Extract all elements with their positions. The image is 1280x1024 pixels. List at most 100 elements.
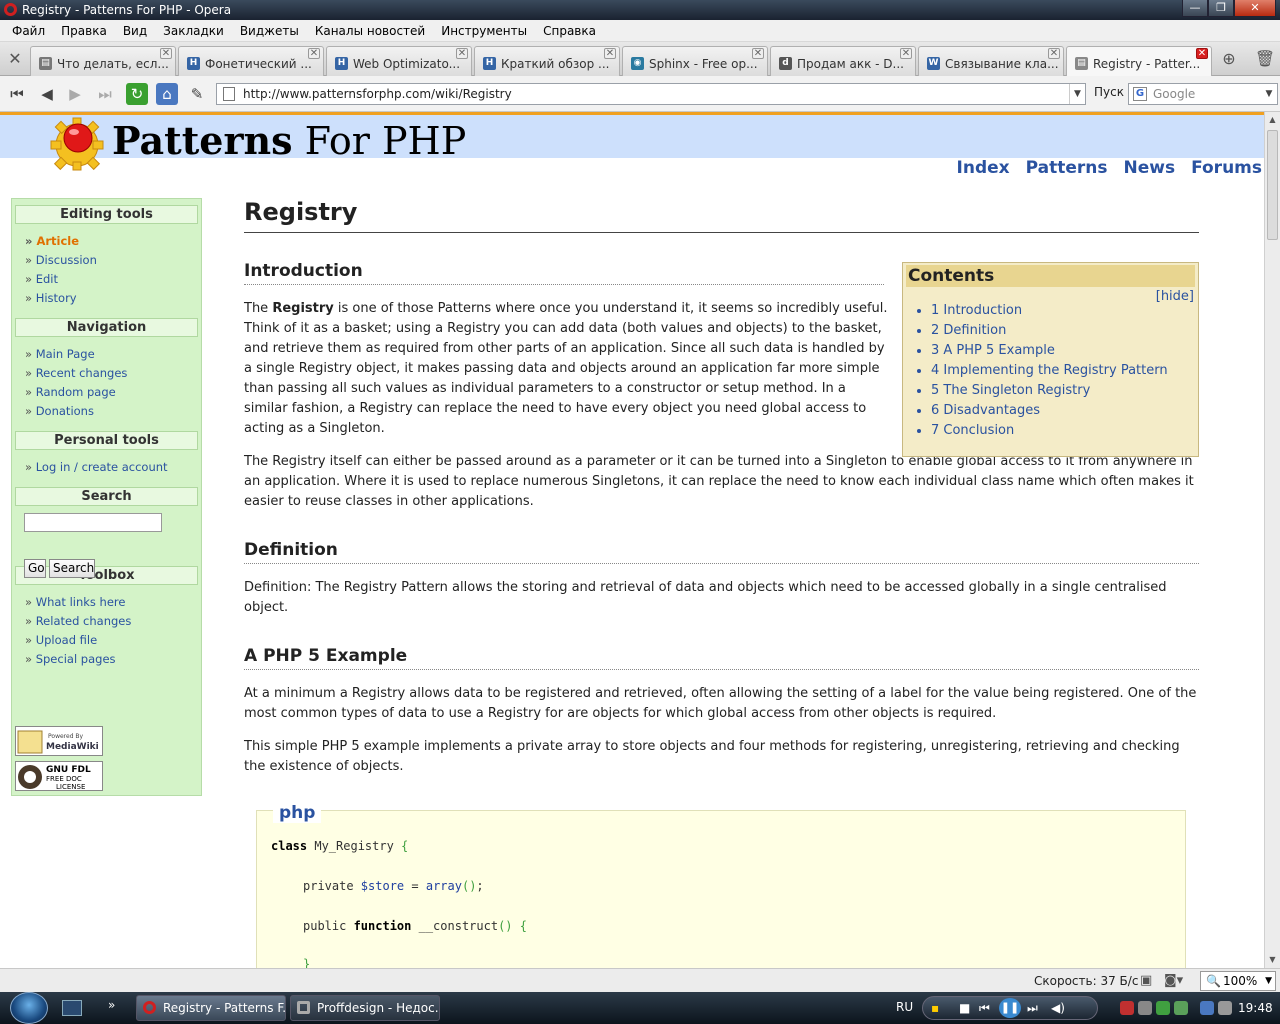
minimize-button[interactable]: — xyxy=(1182,0,1208,17)
taskbar-opera-window[interactable]: Registry - Patterns F... xyxy=(136,995,286,1021)
sidebar-item-history[interactable]: History xyxy=(25,289,201,308)
opera-tray-icon[interactable] xyxy=(1120,1001,1134,1015)
camera-icon[interactable]: ◙▾ xyxy=(1164,973,1183,988)
volume-icon[interactable]: ◀) xyxy=(1051,1001,1065,1015)
tab-7[interactable]: W Связывание кла... ✕ xyxy=(918,46,1064,76)
sidebar-item-discussion[interactable]: Discussion xyxy=(25,251,201,270)
sidebar-item-edit[interactable]: Edit xyxy=(25,270,201,289)
stop-icon[interactable]: ■ xyxy=(959,1001,970,1015)
tab-close-icon[interactable]: ✕ xyxy=(308,48,320,59)
close-window-button[interactable]: ✕ xyxy=(1234,0,1276,17)
trash-icon[interactable]: 🗑 xyxy=(1254,48,1276,70)
sidebar-go-button[interactable]: Go xyxy=(24,559,46,578)
chevron-down-icon[interactable]: ▼ xyxy=(1069,84,1085,104)
sidebar-item-random-page[interactable]: Random page xyxy=(25,383,201,402)
menu-bookmarks[interactable]: Закладки xyxy=(155,20,232,41)
tray-icon[interactable] xyxy=(1138,1001,1152,1015)
sidebar-item-main-page[interactable]: Main Page xyxy=(25,345,201,364)
site-logo-gear-icon[interactable] xyxy=(48,114,106,172)
network-user-icon[interactable] xyxy=(1156,1001,1170,1015)
go-button[interactable]: Пуск xyxy=(1094,85,1124,99)
toc-hide-link[interactable]: [hide] xyxy=(1156,289,1194,304)
maximize-button[interactable]: ❐ xyxy=(1208,0,1234,17)
sidebar-item-related-changes[interactable]: Related changes xyxy=(25,612,201,631)
tab-3[interactable]: H Web Optimizato... ✕ xyxy=(326,46,472,76)
search-engine-input[interactable]: G Google ▼ xyxy=(1128,83,1278,105)
menu-edit[interactable]: Правка xyxy=(53,20,115,41)
toc-item-singleton[interactable]: 5 The Singleton Registry xyxy=(931,381,1198,401)
scroll-down-icon[interactable]: ▼ xyxy=(1265,952,1280,968)
sidebar-item-login[interactable]: Log in / create account xyxy=(25,458,201,477)
reload-icon[interactable]: ↻ xyxy=(126,83,148,105)
sidebar-item-special-pages[interactable]: Special pages xyxy=(25,650,201,669)
toc-item-conclusion[interactable]: 7 Conclusion xyxy=(931,421,1198,441)
tab-close-icon[interactable]: ✕ xyxy=(160,48,172,59)
show-desktop-icon[interactable] xyxy=(62,1000,82,1016)
rewind-icon[interactable]: ⏮ xyxy=(6,83,28,105)
network-icon[interactable] xyxy=(1200,1001,1214,1015)
tab-5[interactable]: ◉ Sphinx - Free op... ✕ xyxy=(622,46,768,76)
sidebar-item-article[interactable]: Article xyxy=(25,232,201,251)
chevron-down-icon[interactable]: ▼ xyxy=(1261,84,1277,104)
volume-tray-icon[interactable] xyxy=(1218,1001,1232,1015)
tab-6[interactable]: d Продам акк - D... ✕ xyxy=(770,46,916,76)
menu-view[interactable]: Вид xyxy=(115,20,155,41)
tab-close-icon[interactable]: ✕ xyxy=(900,48,912,59)
edit-pen-icon[interactable]: ✎ xyxy=(186,83,208,105)
tab-2[interactable]: H Фонетический ... ✕ xyxy=(178,46,324,76)
toc-item-disadvantages[interactable]: 6 Disadvantages xyxy=(931,401,1198,421)
sidebar-item-what-links-here[interactable]: What links here xyxy=(25,593,201,612)
home-icon[interactable]: ⌂ xyxy=(156,83,178,105)
tab-4[interactable]: H Краткий обзор ... ✕ xyxy=(474,46,620,76)
menu-tools[interactable]: Инструменты xyxy=(433,20,535,41)
back-icon[interactable]: ◀ xyxy=(36,83,58,105)
toc-item-introduction[interactable]: 1 Introduction xyxy=(931,301,1198,321)
previous-icon[interactable]: ⏮ xyxy=(979,1001,990,1016)
forward-icon[interactable]: ▶ xyxy=(64,83,86,105)
gnu-fdl-badge[interactable]: GNU FDL FREE DOC LICENSE xyxy=(15,761,103,791)
menu-feeds[interactable]: Каналы новостей xyxy=(307,20,433,41)
start-button[interactable] xyxy=(10,992,48,1024)
mediawiki-badge[interactable]: Powered By MediaWiki xyxy=(15,726,103,756)
sidebar-item-upload-file[interactable]: Upload file xyxy=(25,631,201,650)
pause-icon[interactable]: ❚❚ xyxy=(999,998,1021,1018)
toc-item-implementing[interactable]: 4 Implementing the Registry Pattern xyxy=(931,361,1198,381)
nav-news-link[interactable]: News xyxy=(1123,158,1175,178)
scroll-up-icon[interactable]: ▲ xyxy=(1265,112,1280,128)
media-folder-icon[interactable]: ▪ xyxy=(931,1001,939,1015)
taskbar-proffdesign-window[interactable]: Proffdesign - Недос... xyxy=(290,995,440,1021)
quicklaunch-expand-icon[interactable]: » xyxy=(108,998,115,1012)
tab-close-icon[interactable]: ✕ xyxy=(604,48,616,59)
scrollbar-thumb[interactable] xyxy=(1267,130,1278,240)
zoom-control[interactable]: 🔍 100% ▼ xyxy=(1200,971,1276,991)
sidebar-item-donations[interactable]: Donations xyxy=(25,402,201,421)
next-icon[interactable]: ⏭ xyxy=(1027,1001,1038,1016)
site-title[interactable]: Patterns For PHP xyxy=(112,118,466,163)
tray-icon[interactable] xyxy=(1174,1001,1188,1015)
menu-help[interactable]: Справка xyxy=(535,20,604,41)
sidebar-search-input[interactable] xyxy=(24,513,162,532)
tab-close-icon[interactable]: ✕ xyxy=(752,48,764,59)
nav-patterns-link[interactable]: Patterns xyxy=(1026,158,1108,178)
new-tab-icon[interactable]: ⊕ xyxy=(1218,48,1240,70)
w-icon: W xyxy=(927,57,940,70)
image-icon[interactable]: ▣ xyxy=(1140,973,1152,988)
sidebar-item-recent-changes[interactable]: Recent changes xyxy=(25,364,201,383)
tools-icon[interactable]: ✕ xyxy=(4,48,26,70)
fast-forward-icon[interactable]: ⏭ xyxy=(94,83,116,105)
tab-close-icon[interactable]: ✕ xyxy=(1048,48,1060,59)
tab-close-icon[interactable]: ✕ xyxy=(456,48,468,59)
tab-1[interactable]: ▤ Что делать, есл... ✕ xyxy=(30,46,176,76)
sidebar-search-button[interactable]: Search xyxy=(49,559,95,578)
toc-item-definition[interactable]: 2 Definition xyxy=(931,321,1198,341)
toc-item-php5-example[interactable]: 3 A PHP 5 Example xyxy=(931,341,1198,361)
address-bar[interactable]: http://www.patternsforphp.com/wiki/Regis… xyxy=(216,83,1086,105)
menu-widgets[interactable]: Виджеты xyxy=(232,20,307,41)
vertical-scrollbar[interactable]: ▲ ▼ xyxy=(1264,112,1280,968)
nav-index-link[interactable]: Index xyxy=(957,158,1010,178)
language-indicator[interactable]: RU xyxy=(896,1000,913,1014)
tab-close-icon[interactable]: ✕ xyxy=(1196,48,1208,59)
nav-forums-link[interactable]: Forums xyxy=(1191,158,1262,178)
menu-file[interactable]: Файл xyxy=(4,20,53,41)
tab-8-active[interactable]: ▤ Registry - Patter... ✕ xyxy=(1066,46,1212,77)
